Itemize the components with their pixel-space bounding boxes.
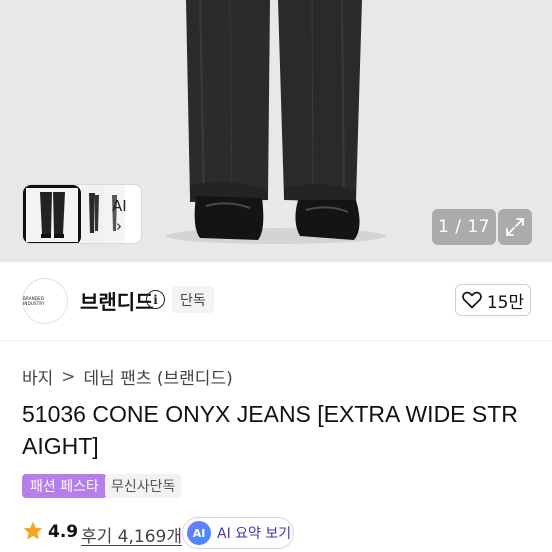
exclusive-badge: 단독 — [172, 286, 214, 313]
chevron-right-icon[interactable]: › — [116, 217, 122, 235]
brand-logo-text: BRANDED INDUSTRY — [23, 296, 45, 306]
expand-icon — [506, 218, 524, 236]
star-icon — [23, 521, 43, 540]
ai-summary-label: AI 요약 보기 — [217, 526, 292, 542]
expand-button[interactable] — [498, 209, 532, 245]
thumbnail-ai[interactable] — [125, 185, 141, 243]
ai-icon: AI — [187, 521, 211, 545]
brand-logo[interactable]: BRANDED INDUSTRY — [22, 278, 68, 324]
thumbnail-2[interactable] — [81, 185, 105, 243]
breadcrumb: 바지 > 데님 팬츠 (브랜디드) — [22, 364, 233, 390]
breadcrumb-separator: > — [61, 366, 76, 387]
musinsa-exclusive-tag: 무신사단독 — [105, 474, 182, 498]
image-counter: 1 / 17 — [432, 209, 496, 245]
ai-summary-button[interactable]: AI AI 요약 보기 — [182, 517, 294, 549]
fashion-festa-tag: 패션 페스타 — [22, 474, 107, 498]
info-icon[interactable]: i — [146, 290, 165, 309]
breadcrumb-item-pants[interactable]: 바지 — [22, 364, 53, 389]
breadcrumb-item-denim[interactable]: 데님 팬츠 (브랜디드) — [84, 364, 233, 389]
like-count: 15만 — [486, 292, 525, 313]
product-title: 51036 CONE ONYX JEANS [EXTRA WIDE STRAIG… — [22, 401, 518, 459]
thumbnail-ai-label[interactable]: AI — [112, 197, 127, 215]
section-divider — [0, 340, 552, 341]
thumbnail-selected[interactable] — [23, 185, 81, 243]
thumbnail-2-image — [89, 193, 99, 233]
rating-score: 4.9 — [48, 522, 79, 542]
brand-name[interactable]: 브랜디드 — [80, 286, 154, 315]
heart-icon — [462, 291, 482, 309]
thumbnail-jeans-image — [26, 188, 78, 242]
like-button[interactable]: 15만 — [455, 284, 531, 316]
review-count-link[interactable]: 후기 4,169개 — [81, 522, 182, 547]
